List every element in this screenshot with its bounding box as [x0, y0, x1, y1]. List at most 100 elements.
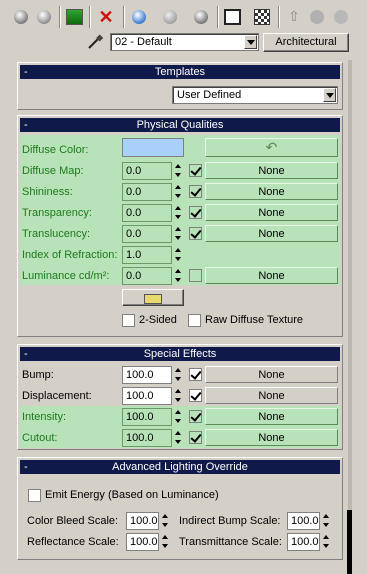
- color-bleed-value[interactable]: 100.0: [126, 512, 159, 530]
- spinner-arrows-icon[interactable]: [174, 408, 183, 426]
- shininess-spinner[interactable]: 0.0: [122, 183, 184, 201]
- shininess-checkbox[interactable]: [189, 185, 202, 198]
- collapse-toggle[interactable]: -: [24, 460, 28, 474]
- ior-value[interactable]: 1.0: [122, 246, 172, 264]
- luminance-from-light-button[interactable]: [122, 289, 184, 306]
- templates-header[interactable]: - Templates: [20, 65, 340, 79]
- translucency-checkbox[interactable]: [189, 227, 202, 240]
- spinner-arrows-icon[interactable]: [174, 246, 183, 264]
- revert-button[interactable]: ↶: [205, 138, 338, 157]
- indirect-bump-spinner[interactable]: 100.0: [287, 512, 332, 530]
- shininess-value[interactable]: 0.0: [122, 183, 172, 201]
- collapse-toggle[interactable]: -: [24, 118, 28, 132]
- translucency-spinner[interactable]: 0.0: [122, 225, 184, 243]
- physical-qualities-rollout: - Physical Qualities Diffuse Color: ↶ Di…: [17, 115, 343, 337]
- shininess-label: Shininess:: [22, 186, 73, 198]
- reset-icon[interactable]: ✕: [96, 7, 116, 26]
- scrollbar-track[interactable]: [348, 60, 352, 574]
- show-end-icon[interactable]: [331, 7, 351, 26]
- put-to-scene-icon[interactable]: [34, 7, 54, 26]
- displacement-button[interactable]: None: [205, 387, 338, 404]
- diffuse-color-swatch[interactable]: [122, 138, 184, 157]
- undo-arrow-icon: ↶: [265, 139, 278, 155]
- indirect-bump-value[interactable]: 100.0: [287, 512, 320, 530]
- translucency-value[interactable]: 0.0: [122, 225, 172, 243]
- bump-value[interactable]: 100.0: [122, 366, 172, 384]
- cutout-checkbox[interactable]: [189, 431, 202, 444]
- indirect-bump-label: Indirect Bump Scale:: [179, 515, 281, 527]
- spinner-arrows-icon[interactable]: [174, 183, 183, 201]
- bump-spinner[interactable]: 100.0: [122, 366, 184, 384]
- spinner-arrows-icon[interactable]: [174, 204, 183, 222]
- displacement-spinner[interactable]: 100.0: [122, 387, 184, 405]
- raw-diffuse-checkbox[interactable]: [188, 314, 201, 327]
- intensity-spinner[interactable]: 100.0: [122, 408, 184, 426]
- material-name-input[interactable]: 02 - Default: [110, 33, 259, 51]
- transmittance-value[interactable]: 100.0: [287, 533, 320, 551]
- advanced-header[interactable]: - Advanced Lighting Override: [20, 460, 340, 474]
- luminance-checkbox[interactable]: [189, 269, 202, 282]
- diffuse-map-checkbox[interactable]: [189, 164, 202, 177]
- transparency-button[interactable]: None: [205, 204, 338, 221]
- put-to-library-icon[interactable]: [191, 7, 211, 26]
- displacement-value[interactable]: 100.0: [122, 387, 172, 405]
- chevron-down-icon[interactable]: [323, 88, 336, 102]
- translucency-button[interactable]: None: [205, 225, 338, 242]
- assign-icon[interactable]: [64, 7, 84, 26]
- diffuse-map-value[interactable]: 0.0: [122, 162, 172, 180]
- transmittance-label: Transmittance Scale:: [179, 536, 282, 548]
- collapse-toggle[interactable]: -: [24, 347, 28, 361]
- spinner-arrows-icon[interactable]: [174, 225, 183, 243]
- material-effects-icon[interactable]: [222, 7, 242, 26]
- transparency-checkbox[interactable]: [189, 206, 202, 219]
- go-sibling-icon[interactable]: [307, 7, 327, 26]
- pick-material-icon[interactable]: [86, 33, 104, 51]
- diffuse-map-spinner[interactable]: 0.0: [122, 162, 184, 180]
- transparency-spinner[interactable]: 0.0: [122, 204, 184, 222]
- cutout-spinner[interactable]: 100.0: [122, 429, 184, 447]
- transparency-value[interactable]: 0.0: [122, 204, 172, 222]
- special-header[interactable]: - Special Effects: [20, 347, 340, 361]
- intensity-checkbox[interactable]: [189, 410, 202, 423]
- spinner-arrows-icon[interactable]: [174, 267, 183, 285]
- go-parent-icon[interactable]: ⇧: [284, 7, 304, 26]
- physical-header[interactable]: - Physical Qualities: [20, 118, 340, 132]
- get-material-icon[interactable]: [11, 7, 31, 26]
- spinner-arrows-icon[interactable]: [322, 512, 331, 530]
- luminance-value[interactable]: 0.0: [122, 267, 172, 285]
- spinner-arrows-icon[interactable]: [161, 512, 170, 530]
- diffuse-map-button[interactable]: None: [205, 162, 338, 179]
- templates-title: Templates: [154, 66, 206, 78]
- cutout-button[interactable]: None: [205, 429, 338, 446]
- transmittance-spinner[interactable]: 100.0: [287, 533, 332, 551]
- emit-energy-checkbox[interactable]: [28, 489, 41, 502]
- collapse-toggle[interactable]: -: [24, 65, 28, 79]
- ior-spinner[interactable]: 1.0: [122, 246, 184, 264]
- intensity-value[interactable]: 100.0: [122, 408, 172, 426]
- templates-dropdown[interactable]: User Defined: [172, 86, 338, 104]
- spinner-arrows-icon[interactable]: [174, 387, 183, 405]
- spinner-arrows-icon[interactable]: [174, 366, 183, 384]
- spinner-arrows-icon[interactable]: [322, 533, 331, 551]
- shininess-button[interactable]: None: [205, 183, 338, 200]
- chevron-down-icon[interactable]: [244, 35, 257, 49]
- material-type-button[interactable]: Architectural: [263, 33, 349, 52]
- bump-button[interactable]: None: [205, 366, 338, 383]
- reflectance-spinner[interactable]: 100.0: [126, 533, 171, 551]
- spinner-arrows-icon[interactable]: [174, 429, 183, 447]
- displacement-checkbox[interactable]: [189, 389, 202, 402]
- scrollbar-thumb[interactable]: [347, 510, 352, 574]
- bump-checkbox[interactable]: [189, 368, 202, 381]
- two-sided-checkbox[interactable]: [122, 314, 135, 327]
- intensity-button[interactable]: None: [205, 408, 338, 425]
- reflectance-value[interactable]: 100.0: [126, 533, 159, 551]
- copy-icon[interactable]: [129, 7, 149, 26]
- color-bleed-spinner[interactable]: 100.0: [126, 512, 171, 530]
- spinner-arrows-icon[interactable]: [161, 533, 170, 551]
- unique-icon[interactable]: [160, 7, 180, 26]
- spinner-arrows-icon[interactable]: [174, 162, 183, 180]
- luminance-button[interactable]: None: [205, 267, 338, 284]
- luminance-spinner[interactable]: 0.0: [122, 267, 184, 285]
- show-map-icon[interactable]: [252, 7, 272, 26]
- cutout-value[interactable]: 100.0: [122, 429, 172, 447]
